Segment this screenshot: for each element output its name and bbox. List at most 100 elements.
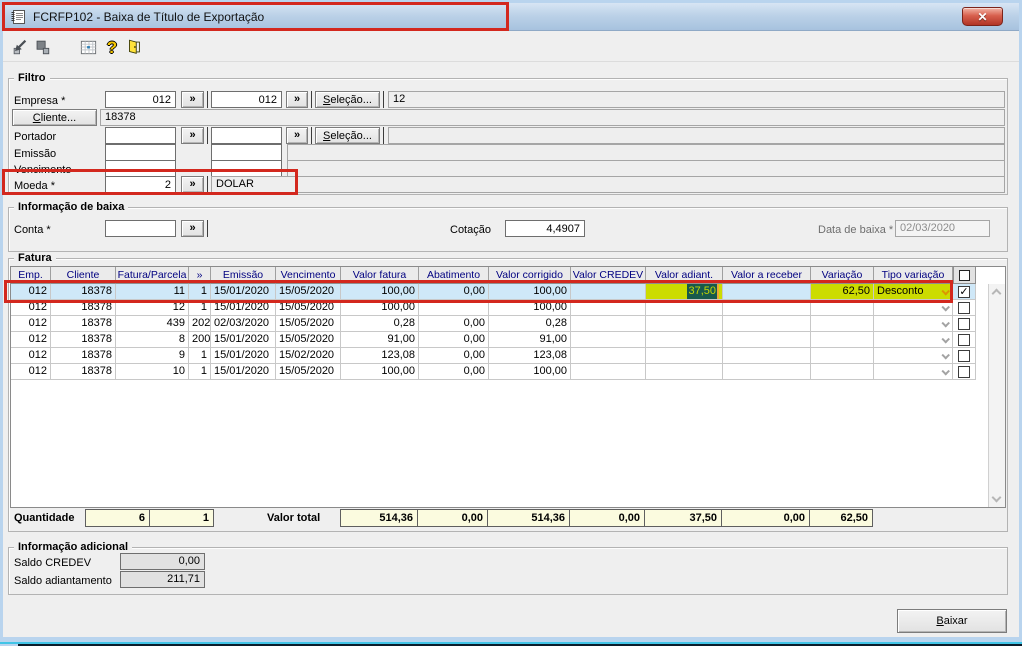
cascade-icon[interactable]	[31, 36, 53, 58]
cell-vencimento: 15/05/2020	[276, 316, 341, 332]
saldo-adiantamento-field: 211,71	[120, 571, 205, 588]
portador-label: Portador	[14, 131, 57, 143]
export-icon[interactable]	[9, 36, 31, 58]
vencimento-label: Vencimento	[14, 164, 72, 176]
table-row[interactable]: 012 18378 8 200 15/01/2020 15/05/2020 91…	[11, 332, 1005, 348]
cell-fatura: 11	[116, 284, 189, 300]
row-checkbox[interactable]	[958, 317, 970, 330]
table-row[interactable]: 012 18378 439 202 02/03/2020 15/05/2020 …	[11, 316, 1005, 332]
empresa-lookup-2[interactable]: »	[286, 91, 308, 108]
col-header-vencimento[interactable]: Vencimento	[276, 267, 341, 284]
cell-valor-a-receber	[723, 348, 811, 364]
chevron-down-icon	[941, 334, 950, 344]
tipo-variacao-dropdown[interactable]	[874, 348, 953, 364]
cell-valor-adiant[interactable]	[646, 316, 723, 332]
col-header-emp[interactable]: Emp.	[11, 267, 51, 284]
vencimento-input-1[interactable]	[105, 160, 176, 177]
cell-abatimento: 0,00	[419, 316, 489, 332]
cell-valor-credev	[571, 300, 646, 316]
emissao-input-1[interactable]	[105, 144, 176, 161]
cell-variacao	[811, 300, 874, 316]
baixar-button[interactable]: Baixar	[897, 609, 1007, 633]
cell-valor-a-receber	[723, 364, 811, 380]
col-header-valor-credev[interactable]: Valor CREDEV	[571, 267, 646, 284]
row-checkbox[interactable]	[958, 301, 970, 314]
cotacao-input[interactable]	[505, 220, 585, 237]
scroll-up-icon[interactable]	[991, 288, 1002, 299]
vertical-scrollbar[interactable]	[988, 284, 1005, 507]
scroll-down-icon[interactable]	[991, 492, 1002, 503]
table-row[interactable]: 012 18378 12 1 15/01/2020 15/05/2020 100…	[11, 300, 1005, 316]
table-row[interactable]: 012 18378 10 1 15/01/2020 15/05/2020 100…	[11, 364, 1005, 380]
empresa-lookup-1[interactable]: »	[181, 91, 204, 108]
row-checkbox[interactable]	[958, 333, 970, 346]
cell-valor-adiant[interactable]: 37,50	[646, 284, 723, 300]
cell-valor-a-receber	[723, 300, 811, 316]
conta-input[interactable]	[105, 220, 176, 237]
tipo-variacao-dropdown[interactable]	[874, 364, 953, 380]
moeda-label: Moeda *	[14, 180, 55, 192]
col-header-valor-fatura[interactable]: Valor fatura	[341, 267, 419, 284]
cell-fatura: 439	[116, 316, 189, 332]
cell-parcela: 1	[189, 348, 211, 364]
portador-selecao-button[interactable]: Seleção...	[315, 127, 380, 144]
calendar-icon[interactable]	[77, 36, 99, 58]
cell-valor-adiant[interactable]	[646, 332, 723, 348]
vencimento-desc-field	[287, 160, 1005, 177]
col-header-cliente[interactable]: Cliente	[51, 267, 116, 284]
tipo-variacao-dropdown[interactable]	[874, 300, 953, 316]
emissao-input-2[interactable]	[211, 144, 282, 161]
col-header-valor-corrigido[interactable]: Valor corrigido	[489, 267, 571, 284]
cell-valor-fatura: 91,00	[341, 332, 419, 348]
cell-parcela: 1	[189, 364, 211, 380]
col-header-parcela[interactable]: »	[189, 267, 211, 284]
cliente-button[interactable]: Cliente...	[12, 109, 97, 126]
close-button[interactable]	[962, 7, 1003, 26]
cell-abatimento: 0,00	[419, 284, 489, 300]
table-row[interactable]: 012 18378 11 1 15/01/2020 15/05/2020 100…	[11, 284, 1005, 300]
cell-valor-fatura: 100,00	[341, 300, 419, 316]
row-checkbox[interactable]	[958, 365, 970, 378]
cell-parcela: 1	[189, 284, 211, 300]
cell-valor-adiant[interactable]	[646, 364, 723, 380]
empresa-input-2[interactable]	[211, 91, 282, 108]
filtro-legend: Filtro	[14, 72, 50, 84]
portador-input-2[interactable]	[211, 127, 282, 144]
cell-fatura: 12	[116, 300, 189, 316]
cell-emp: 012	[11, 332, 51, 348]
row-checkbox[interactable]	[958, 285, 970, 298]
exit-door-icon[interactable]	[123, 36, 145, 58]
fatura-table: Emp. Cliente Fatura/Parcela » Emissão Ve…	[10, 266, 1006, 508]
col-header-emissao[interactable]: Emissão	[211, 267, 276, 284]
tipo-variacao-dropdown[interactable]	[874, 316, 953, 332]
vencimento-input-2[interactable]	[211, 160, 282, 177]
table-body: 012 18378 11 1 15/01/2020 15/05/2020 100…	[11, 284, 1005, 380]
tipo-variacao-dropdown[interactable]	[874, 332, 953, 348]
cell-valor-corrigido: 0,28	[489, 316, 571, 332]
empresa-input-1[interactable]	[105, 91, 176, 108]
cell-fatura: 10	[116, 364, 189, 380]
cell-valor-adiant[interactable]	[646, 300, 723, 316]
cell-valor-corrigido: 100,00	[489, 300, 571, 316]
moeda-input[interactable]	[105, 176, 176, 193]
cell-cliente: 18378	[51, 332, 116, 348]
col-header-fatura-parcela[interactable]: Fatura/Parcela	[116, 267, 189, 284]
conta-lookup[interactable]: »	[181, 220, 204, 237]
col-header-valor-adiant[interactable]: Valor adiant.	[646, 267, 723, 284]
col-header-tipo-variacao[interactable]: Tipo variação	[874, 267, 953, 284]
portador-input-1[interactable]	[105, 127, 176, 144]
empresa-selecao-button[interactable]: Seleção...	[315, 91, 380, 108]
cell-valor-adiant[interactable]	[646, 348, 723, 364]
portador-lookup-2[interactable]: »	[286, 127, 308, 144]
col-header-valor-a-receber[interactable]: Valor a receber	[723, 267, 811, 284]
moeda-lookup[interactable]: »	[181, 176, 204, 193]
row-checkbox[interactable]	[958, 349, 970, 362]
cell-emissao: 15/01/2020	[211, 364, 276, 380]
col-header-abatimento[interactable]: Abatimento	[419, 267, 489, 284]
help-icon[interactable]: ?	[101, 36, 123, 58]
tipo-variacao-dropdown[interactable]: Desconto	[874, 284, 953, 300]
select-all-button[interactable]	[953, 267, 976, 284]
col-header-variacao[interactable]: Variação	[811, 267, 874, 284]
table-row[interactable]: 012 18378 9 1 15/01/2020 15/02/2020 123,…	[11, 348, 1005, 364]
portador-lookup-1[interactable]: »	[181, 127, 204, 144]
